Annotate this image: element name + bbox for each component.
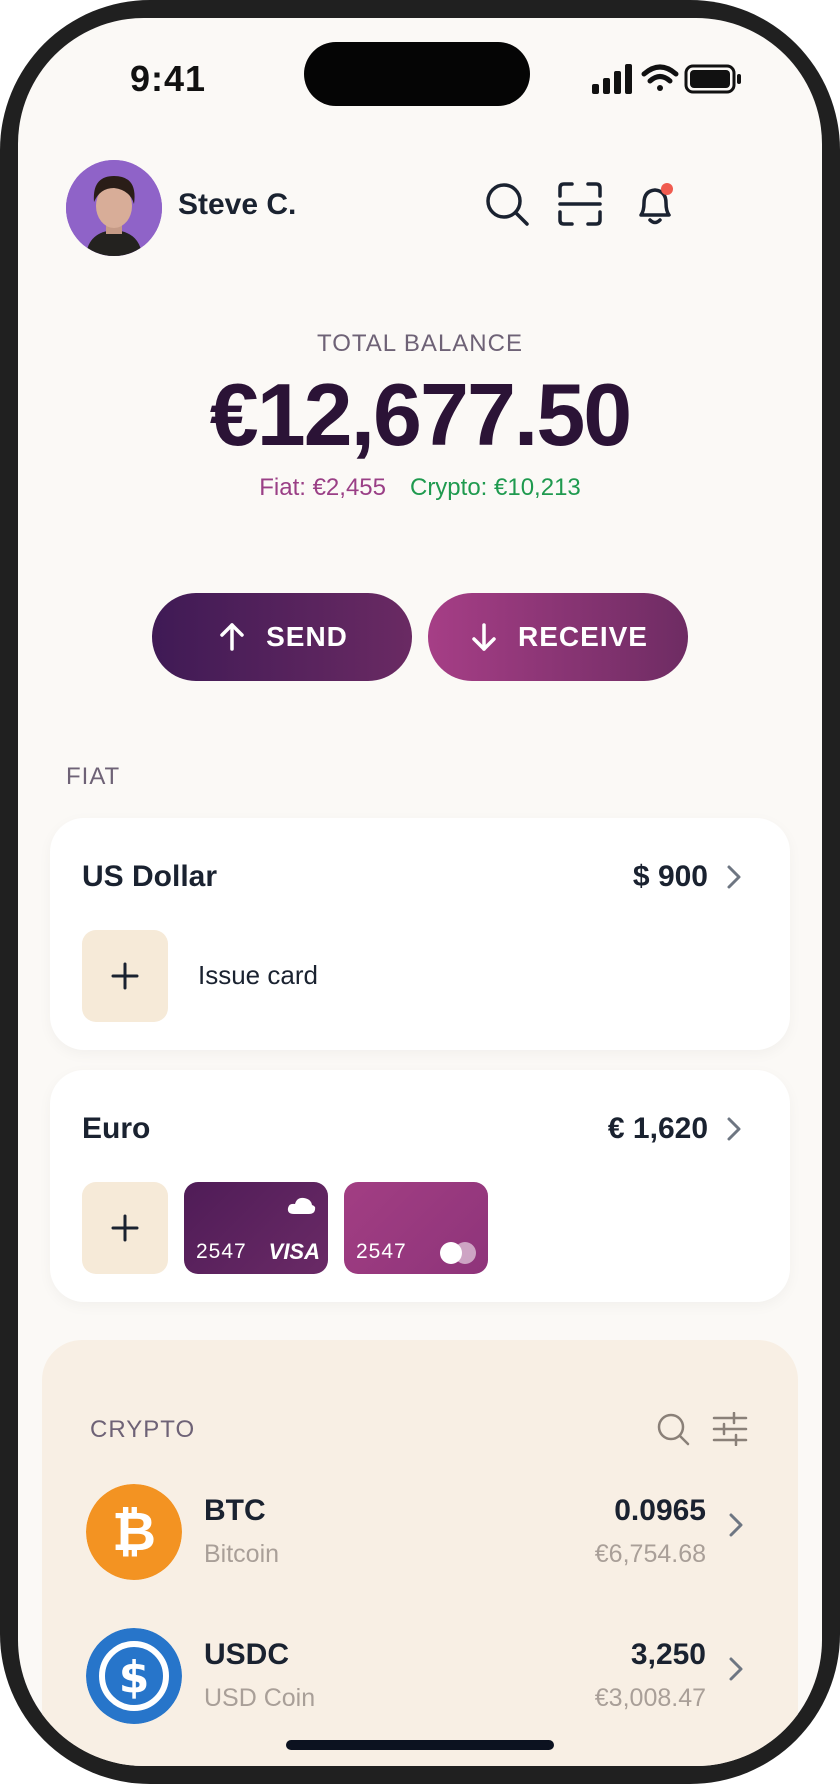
coin-quantity: 0.0965 [614, 1494, 706, 1527]
arrow-down-icon [472, 623, 496, 651]
coin-symbol: USDC [204, 1638, 290, 1671]
account-card-eur: Euro € 1,620 2547 VISA 2547 [50, 1070, 790, 1302]
crypto-section-label: CRYPTO [90, 1416, 196, 1443]
notification-dot [661, 183, 673, 195]
issue-card-label[interactable]: Issue card [198, 960, 318, 991]
visa-logo: VISA [268, 1239, 320, 1264]
send-button[interactable]: SEND [152, 593, 412, 681]
plus-icon [111, 962, 139, 990]
account-currency[interactable]: Euro [82, 1112, 150, 1146]
balance-breakdown: Fiat: €2,455 Crypto: €10,213 [18, 474, 822, 502]
status-time: 9:41 [130, 58, 207, 99]
account-card-usd: US Dollar $ 900 Issue card [50, 818, 790, 1050]
send-label: SEND [266, 621, 348, 652]
svg-text:$: $ [119, 1652, 150, 1703]
receive-label: RECEIVE [518, 621, 648, 652]
filter-sliders-icon[interactable] [712, 1412, 748, 1446]
coin-row-usdc[interactable]: $ USDC USD Coin 3,250 €3,008.47 [42, 1628, 798, 1728]
bell-icon[interactable] [632, 181, 678, 227]
arrow-up-icon [220, 623, 244, 651]
status-icons [592, 62, 752, 96]
fiat-balance: Fiat: €2,455 [259, 474, 386, 501]
battery-icon [684, 64, 741, 94]
add-card-button[interactable] [82, 1182, 168, 1274]
mastercard-logo-icon [440, 1242, 476, 1264]
contactless-cloud-icon [287, 1197, 316, 1214]
app-screen: 9:41 Steve C. TOTAL BALANCE €12,677.50 F… [18, 18, 822, 1766]
dynamic-island [304, 42, 530, 106]
card-last4: 2547 [356, 1240, 407, 1263]
coin-row-btc[interactable]: ₿ BTC Bitcoin 0.0965 €6,754.68 [42, 1484, 798, 1584]
card-last4: 2547 [196, 1240, 247, 1263]
add-card-button[interactable] [82, 930, 168, 1022]
coin-name: Bitcoin [204, 1540, 280, 1568]
chevron-right-icon[interactable] [722, 1114, 746, 1144]
coin-symbol: BTC [204, 1494, 266, 1527]
chevron-right-icon[interactable] [724, 1510, 748, 1540]
mastercard-card[interactable]: 2547 [344, 1182, 488, 1274]
signal-icon [592, 64, 632, 94]
crypto-balance: Crypto: €10,213 [409, 474, 581, 501]
total-balance-label: TOTAL BALANCE [317, 330, 523, 357]
coin-name: USD Coin [204, 1684, 316, 1712]
chevron-right-icon[interactable] [724, 1654, 748, 1684]
crypto-section: CRYPTO ₿ BTC Bitcoin 0.0965 €6,754.68 $ … [42, 1340, 798, 1766]
username: Steve C. [178, 188, 297, 221]
wifi-icon [641, 64, 679, 91]
coin-value: €6,754.68 [594, 1540, 706, 1568]
usdc-icon: $ [86, 1628, 182, 1724]
svg-text:₿: ₿ [112, 1500, 156, 1563]
home-indicator[interactable] [286, 1740, 554, 1750]
avatar[interactable] [66, 160, 162, 256]
visa-card[interactable]: 2547 VISA [184, 1182, 328, 1274]
receive-button[interactable]: RECEIVE [428, 593, 688, 681]
phone-frame: 9:41 Steve C. TOTAL BALANCE €12,677.50 F… [0, 0, 840, 1784]
coin-quantity: 3,250 [630, 1638, 706, 1671]
fiat-section-label: FIAT [66, 763, 121, 790]
account-amount[interactable]: $ 900 [633, 860, 708, 894]
coin-value: €3,008.47 [594, 1684, 706, 1712]
bitcoin-icon: ₿ [86, 1484, 182, 1580]
account-amount[interactable]: € 1,620 [608, 1112, 708, 1146]
chevron-right-icon[interactable] [722, 862, 746, 892]
total-balance-amount: €12,677.50 [209, 365, 632, 464]
account-currency[interactable]: US Dollar [82, 860, 217, 894]
search-icon[interactable] [656, 1412, 690, 1446]
scan-icon[interactable] [558, 182, 602, 226]
plus-icon [111, 1214, 139, 1242]
search-icon[interactable] [484, 181, 530, 227]
